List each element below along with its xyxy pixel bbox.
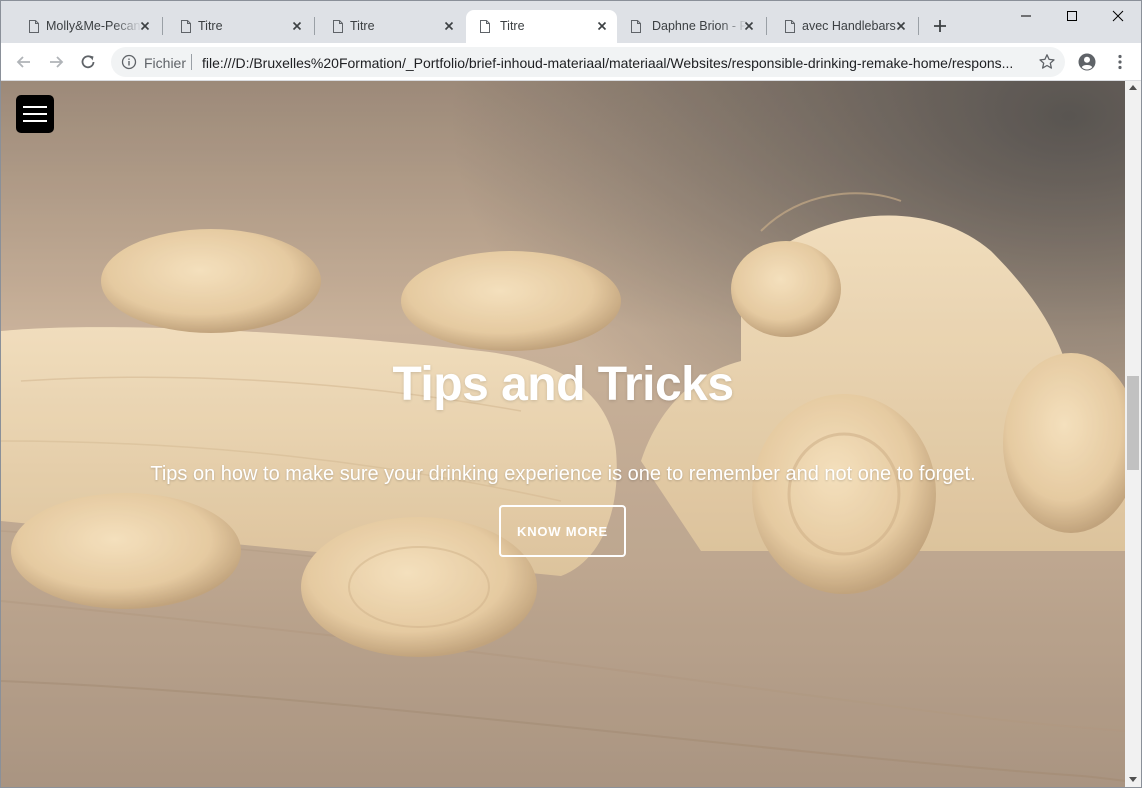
close-tab-icon[interactable] [595,19,609,33]
tab-avec-handlebars[interactable]: avec Handlebars [771,10,916,43]
forward-arrow-icon[interactable] [46,52,66,72]
address-bar[interactable]: Fichier file:///D:/Bruxelles%20Formation… [111,47,1065,77]
close-tab-icon[interactable] [742,19,756,33]
close-tab-icon[interactable] [442,19,456,33]
hero-title: Tips and Tricks [392,358,734,411]
browser-window: Molly&Me-Pecan Titre Titre Titre Daphne … [0,0,1142,788]
account-icon[interactable] [1077,52,1097,72]
tab-title: Daphne Brion - P [652,19,748,33]
know-more-button[interactable]: KNOW MORE [499,505,626,557]
tab-separator [314,17,315,35]
minimize-button[interactable] [1003,1,1049,31]
tab-title: Titre [500,19,525,33]
tab-daphne-brion[interactable]: Daphne Brion - P [617,10,764,43]
maximize-button[interactable] [1049,1,1095,31]
document-icon [785,20,795,33]
tab-title: Titre [198,19,223,33]
page-viewport: Tips and Tricks Tips on how to make sure… [1,81,1125,787]
tab-title: Titre [350,19,375,33]
omnibox-divider [191,54,192,70]
tab-titre-active[interactable]: Titre [466,10,617,43]
hamburger-line [23,113,47,115]
menu-dots-icon[interactable] [1110,52,1130,72]
hamburger-line [23,106,47,108]
tab-title: avec Handlebars [802,19,896,33]
document-icon [181,20,191,33]
browser-toolbar: Fichier file:///D:/Bruxelles%20Formation… [1,43,1141,81]
url-text[interactable]: file:///D:/Bruxelles%20Formation/_Portfo… [202,55,1032,71]
hero-subtitle: Tips on how to make sure your drinking e… [150,463,976,485]
hamburger-line [23,120,47,122]
maximize-icon [1067,11,1077,21]
tab-separator [766,17,767,35]
close-tab-icon[interactable] [894,19,908,33]
minimize-icon [1021,15,1031,17]
new-tab-plus-icon[interactable] [931,17,949,35]
tab-separator [162,17,163,35]
document-icon [333,20,343,33]
tab-strip: Molly&Me-Pecan Titre Titre Titre Daphne … [1,1,1141,43]
document-icon [631,20,641,33]
bookmark-star-icon[interactable] [1038,53,1056,71]
tab-titre-2[interactable]: Titre [319,10,464,43]
back-arrow-icon[interactable] [14,52,34,72]
scroll-up-arrow-icon[interactable] [1129,85,1137,90]
close-tab-icon[interactable] [290,19,304,33]
close-window-icon [1112,10,1124,22]
tab-molly-me[interactable]: Molly&Me-Pecan [15,10,160,43]
scroll-down-arrow-icon[interactable] [1129,777,1137,782]
scrollbar-thumb[interactable] [1127,376,1139,470]
document-icon [29,20,39,33]
close-window-button[interactable] [1095,1,1141,31]
hero-overlay [1,81,1125,787]
tab-separator [918,17,919,35]
close-tab-icon[interactable] [138,19,152,33]
tab-titre-1[interactable]: Titre [167,10,312,43]
info-icon[interactable] [121,54,137,70]
reload-icon[interactable] [78,52,98,72]
vertical-scrollbar[interactable] [1125,81,1141,787]
scheme-label: Fichier [144,55,187,71]
tab-title: Molly&Me-Pecan [46,19,141,33]
document-icon [480,20,490,33]
hamburger-menu-button[interactable] [16,95,54,133]
